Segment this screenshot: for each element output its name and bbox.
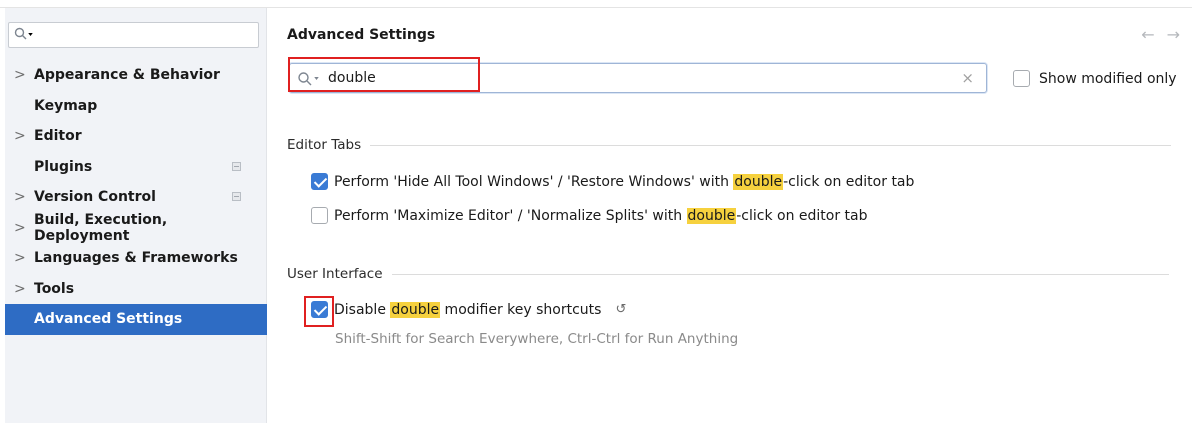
sidebar-item-build-execution-deployment[interactable]: > Build, Execution, Deployment: [5, 211, 267, 244]
sidebar-item-label: Tools: [34, 280, 75, 297]
sidebar-item-version-control[interactable]: > Version Control: [5, 182, 267, 213]
sidebar-item-keymap[interactable]: Keymap: [5, 91, 267, 122]
setting-option-maximize-editor[interactable]: Perform 'Maximize Editor' / 'Normalize S…: [311, 207, 868, 224]
search-match-highlight: double: [686, 207, 737, 224]
settings-content-panel: Advanced Settings ← → double × Show modi…: [268, 8, 1192, 423]
settings-sidebar: > Appearance & Behavior Keymap > Editor …: [5, 8, 267, 423]
chevron-down-icon[interactable]: [28, 33, 33, 36]
section-divider: [391, 273, 1169, 275]
sidebar-item-label: Appearance & Behavior: [34, 67, 220, 84]
option-text: modifier key shortcuts: [440, 301, 602, 318]
chevron-right-icon[interactable]: >: [14, 68, 26, 82]
section-heading-label: User Interface: [287, 266, 383, 282]
sidebar-item-label: Build, Execution, Deployment: [34, 211, 168, 244]
section-heading-editor-tabs: Editor Tabs: [287, 137, 1172, 153]
chevron-right-icon[interactable]: >: [14, 251, 26, 265]
option-label: Disable double modifier key shortcuts: [334, 301, 602, 318]
sidebar-item-editor[interactable]: > Editor: [5, 121, 267, 152]
option-label: Perform 'Hide All Tool Windows' / 'Resto…: [334, 173, 915, 190]
settings-nav-tree: > Appearance & Behavior Keymap > Editor …: [5, 60, 267, 335]
chevron-down-icon[interactable]: [314, 77, 319, 80]
chevron-right-icon[interactable]: >: [14, 129, 26, 143]
sidebar-item-label: Advanced Settings: [34, 311, 183, 328]
forward-arrow-icon[interactable]: →: [1167, 25, 1180, 44]
sidebar-item-plugins[interactable]: Plugins: [5, 152, 267, 183]
option-text: -click on editor tab: [736, 207, 868, 224]
chevron-right-icon[interactable]: >: [14, 282, 26, 296]
sidebar-item-label: Version Control: [34, 189, 156, 206]
sidebar-item-label: Languages & Frameworks: [34, 250, 238, 267]
search-match-highlight: double: [733, 173, 784, 190]
search-match-highlight: double: [390, 301, 441, 318]
settings-search-input[interactable]: double ×: [289, 63, 987, 93]
revert-icon[interactable]: ↺: [615, 302, 626, 317]
chevron-right-icon[interactable]: >: [14, 221, 26, 235]
setting-option-disable-double-modifier[interactable]: Disable double modifier key shortcuts ↺: [311, 301, 626, 318]
checkbox-checked-icon[interactable]: [311, 301, 328, 318]
search-icon: [14, 27, 27, 40]
section-heading-label: Editor Tabs: [287, 137, 362, 153]
sidebar-item-advanced-settings[interactable]: Advanced Settings: [5, 304, 267, 335]
show-modified-only-label: Show modified only: [1039, 70, 1177, 87]
option-text: Perform 'Maximize Editor' / 'Normalize S…: [334, 207, 687, 224]
option-text: Disable: [334, 301, 391, 318]
option-label: Perform 'Maximize Editor' / 'Normalize S…: [334, 207, 868, 224]
window-top-edge: [0, 0, 1192, 8]
sidebar-item-label: Plugins: [34, 158, 93, 175]
clear-search-icon[interactable]: ×: [961, 69, 974, 87]
sidebar-item-label: Keymap: [34, 97, 98, 114]
modified-badge-icon: [232, 161, 241, 171]
history-navigation: ← →: [1141, 25, 1180, 44]
show-modified-only-checkbox[interactable]: Show modified only: [1013, 70, 1177, 87]
sidebar-search-input[interactable]: [8, 22, 259, 48]
option-text: -click on editor tab: [783, 173, 915, 190]
sidebar-item-appearance-behavior[interactable]: > Appearance & Behavior: [5, 60, 267, 91]
section-divider: [370, 144, 1172, 146]
modified-badge-icon: [232, 192, 241, 201]
sidebar-item-label: Editor: [34, 128, 82, 145]
page-title: Advanced Settings: [287, 27, 436, 43]
checkbox-icon[interactable]: [311, 207, 328, 224]
chevron-right-icon[interactable]: >: [14, 190, 26, 204]
search-value[interactable]: double: [328, 70, 376, 86]
checkbox-checked-icon[interactable]: [311, 173, 328, 190]
option-description: Shift-Shift for Search Everywhere, Ctrl-…: [335, 331, 739, 347]
sidebar-item-languages-frameworks[interactable]: > Languages & Frameworks: [5, 243, 267, 274]
section-heading-user-interface: User Interface: [287, 266, 1169, 282]
checkbox-icon[interactable]: [1013, 70, 1030, 87]
setting-option-hide-tool-windows[interactable]: Perform 'Hide All Tool Windows' / 'Resto…: [311, 173, 914, 190]
option-text: Perform 'Hide All Tool Windows' / 'Resto…: [334, 173, 734, 190]
sidebar-item-tools[interactable]: > Tools: [5, 274, 267, 305]
back-arrow-icon[interactable]: ←: [1141, 25, 1154, 44]
search-icon: [298, 72, 312, 86]
